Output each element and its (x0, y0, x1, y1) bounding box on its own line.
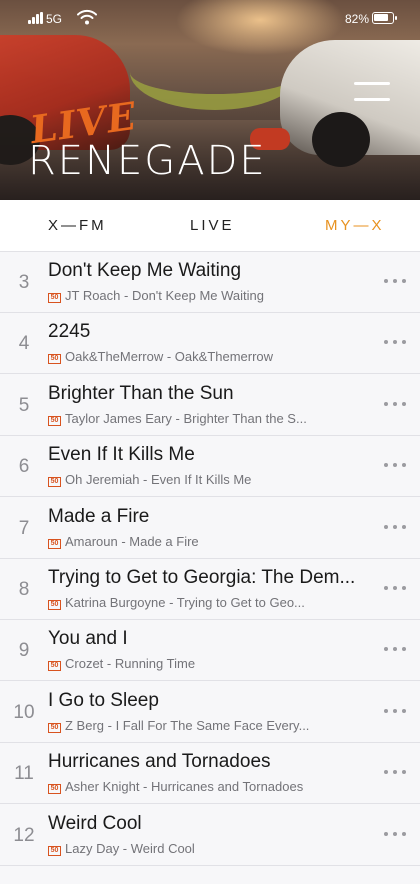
track-artist-album: Amaroun - Made a Fire (65, 533, 199, 549)
source-badge-icon: 50 (48, 293, 61, 303)
track-number: 8 (18, 579, 30, 600)
track-number: 3 (18, 272, 30, 293)
track-subtitle: 50 Z Berg - I Fall For The Same Face Ever… (48, 718, 368, 733)
track-row[interactable]: 5 Brighter Than the Sun 50 Taylor James Ear… (0, 374, 420, 436)
track-subtitle: 50 Oak&TheMerrow - Oak&Themerrow (48, 349, 368, 365)
track-list: 3 Don't Keep Me Waiting 50 JT Roach - Don't… (0, 252, 420, 884)
source-badge-icon: 50 (48, 477, 61, 488)
more-options-icon[interactable] (384, 340, 408, 346)
more-options-icon[interactable] (384, 770, 408, 776)
track-row[interactable]: 12 Weird Cool 50 Lazy Day - Weird Cool (0, 804, 420, 866)
track-subtitle: 50 JT Roach - Don't Keep Me Waiting (48, 288, 368, 303)
more-options-icon[interactable] (384, 524, 408, 531)
track-artist-album: Z Berg - I Fall For The Same Face Every.… (65, 717, 310, 733)
track-row[interactable]: 7 Made a Fire 50 Amaroun - Made a Fire (0, 497, 420, 559)
track-number: 10 (13, 701, 35, 723)
track-title: Don't Keep Me Waiting (48, 260, 242, 281)
track-row[interactable]: 9 You and I 50 Crozet - Running Time (0, 620, 420, 682)
tab-bar: X—FM LIVE MY—X (0, 200, 420, 252)
track-title: 2245 (48, 321, 91, 343)
track-subtitle: 50 Taylor James Eary - Brighter Than the … (48, 411, 368, 426)
hamburger-menu-icon[interactable] (354, 82, 390, 104)
wifi-icon (77, 9, 97, 25)
track-number: 4 (18, 333, 30, 355)
track-subtitle: 50 Lazy Day - Weird Cool (48, 841, 368, 856)
track-artist-album: Lazy Day - Weird Cool (65, 840, 195, 856)
source-badge-icon: 50 (48, 354, 61, 365)
cellular-signal-icon (28, 12, 44, 24)
tab-x-fm[interactable]: X—FM (48, 217, 107, 234)
track-artist-album: JT Roach - Don't Keep Me Waiting (65, 288, 265, 303)
track-artist-album: Oh Jeremiah - Even If It Kills Me (65, 472, 252, 488)
bottom-edge (0, 878, 420, 884)
track-title: I Go to Sleep (48, 689, 159, 711)
track-artist-album: Taylor James Eary - Brighter Than the S.… (65, 410, 307, 426)
track-title: Even If It Kills Me (48, 444, 195, 466)
header-banner: 5G 82% LIVE RENEGADE (0, 0, 420, 200)
track-number: 9 (18, 640, 30, 662)
track-number: 11 (14, 763, 34, 785)
track-subtitle: 50 Katrina Burgoyne - Trying to Get to Ge… (48, 595, 368, 610)
track-title: Hurricanes and Tornadoes (48, 751, 271, 773)
track-subtitle: 50 Crozet - Running Time (48, 656, 368, 672)
track-subtitle: 50 Amaroun - Made a Fire (48, 534, 368, 549)
track-number: 7 (18, 517, 30, 539)
battery-icon (372, 12, 397, 24)
track-title: Brighter Than the Sun (48, 382, 234, 404)
track-row[interactable]: 10 I Go to Sleep 50 Z Berg - I Fall For The… (0, 681, 420, 743)
tab-my-x[interactable]: MY—X (325, 217, 385, 234)
track-title: Made a Fire (48, 505, 150, 527)
more-options-icon[interactable] (384, 279, 408, 285)
status-bar: 5G 82% (0, 0, 420, 38)
track-row[interactable]: 8 Trying to Get to Georgia: The Dem... 50 K… (0, 559, 420, 620)
more-options-icon[interactable] (384, 647, 408, 653)
track-title: Weird Cool (48, 812, 142, 834)
battery-percentage: 82% (345, 12, 370, 26)
track-subtitle: 50 Asher Knight - Hurricanes and Tornadoe… (48, 779, 368, 795)
track-row[interactable]: 11 Hurricanes and Tornadoes 50 Asher Knight… (0, 743, 420, 805)
network-type: 5G (46, 12, 63, 26)
more-options-icon[interactable] (384, 586, 408, 592)
more-options-icon[interactable] (384, 463, 408, 469)
source-badge-icon: 50 (48, 415, 61, 426)
track-number: 6 (18, 456, 30, 478)
track-number: 5 (18, 394, 30, 416)
track-artist-album: Asher Knight - Hurricanes and Tornadoes (65, 779, 304, 795)
banner-white-car (280, 40, 420, 167)
logo-main-text: RENEGADE (28, 138, 267, 184)
track-number: 12 (13, 824, 35, 846)
more-options-icon[interactable] (384, 831, 408, 838)
source-badge-icon: 50 (48, 600, 61, 610)
source-badge-icon: 50 (48, 722, 61, 733)
source-badge-icon: 50 (48, 661, 61, 672)
source-badge-icon: 50 (48, 784, 61, 795)
more-options-icon[interactable] (384, 708, 408, 715)
more-options-icon[interactable] (384, 401, 408, 408)
tab-live[interactable]: LIVE (190, 217, 235, 234)
station-logo: LIVE RENEGADE (26, 93, 267, 184)
track-title: Trying to Get to Georgia: The Dem... (48, 567, 356, 588)
track-artist-album: Oak&TheMerrow - Oak&Themerrow (65, 349, 274, 365)
source-badge-icon: 50 (48, 538, 61, 549)
track-artist-album: Crozet - Running Time (65, 656, 196, 672)
track-artist-album: Katrina Burgoyne - Trying to Get to Geo.… (65, 595, 305, 610)
track-subtitle: 50 Oh Jeremiah - Even If It Kills Me (48, 472, 368, 488)
track-title: You and I (48, 628, 128, 650)
source-badge-icon: 50 (48, 845, 61, 856)
track-row[interactable]: 6 Even If It Kills Me 50 Oh Jeremiah - Even… (0, 436, 420, 498)
track-row[interactable]: 3 Don't Keep Me Waiting 50 JT Roach - Don't… (0, 252, 420, 313)
track-row[interactable]: 4 2245 50 Oak&TheMerrow - Oak&Themerrow (0, 313, 420, 375)
